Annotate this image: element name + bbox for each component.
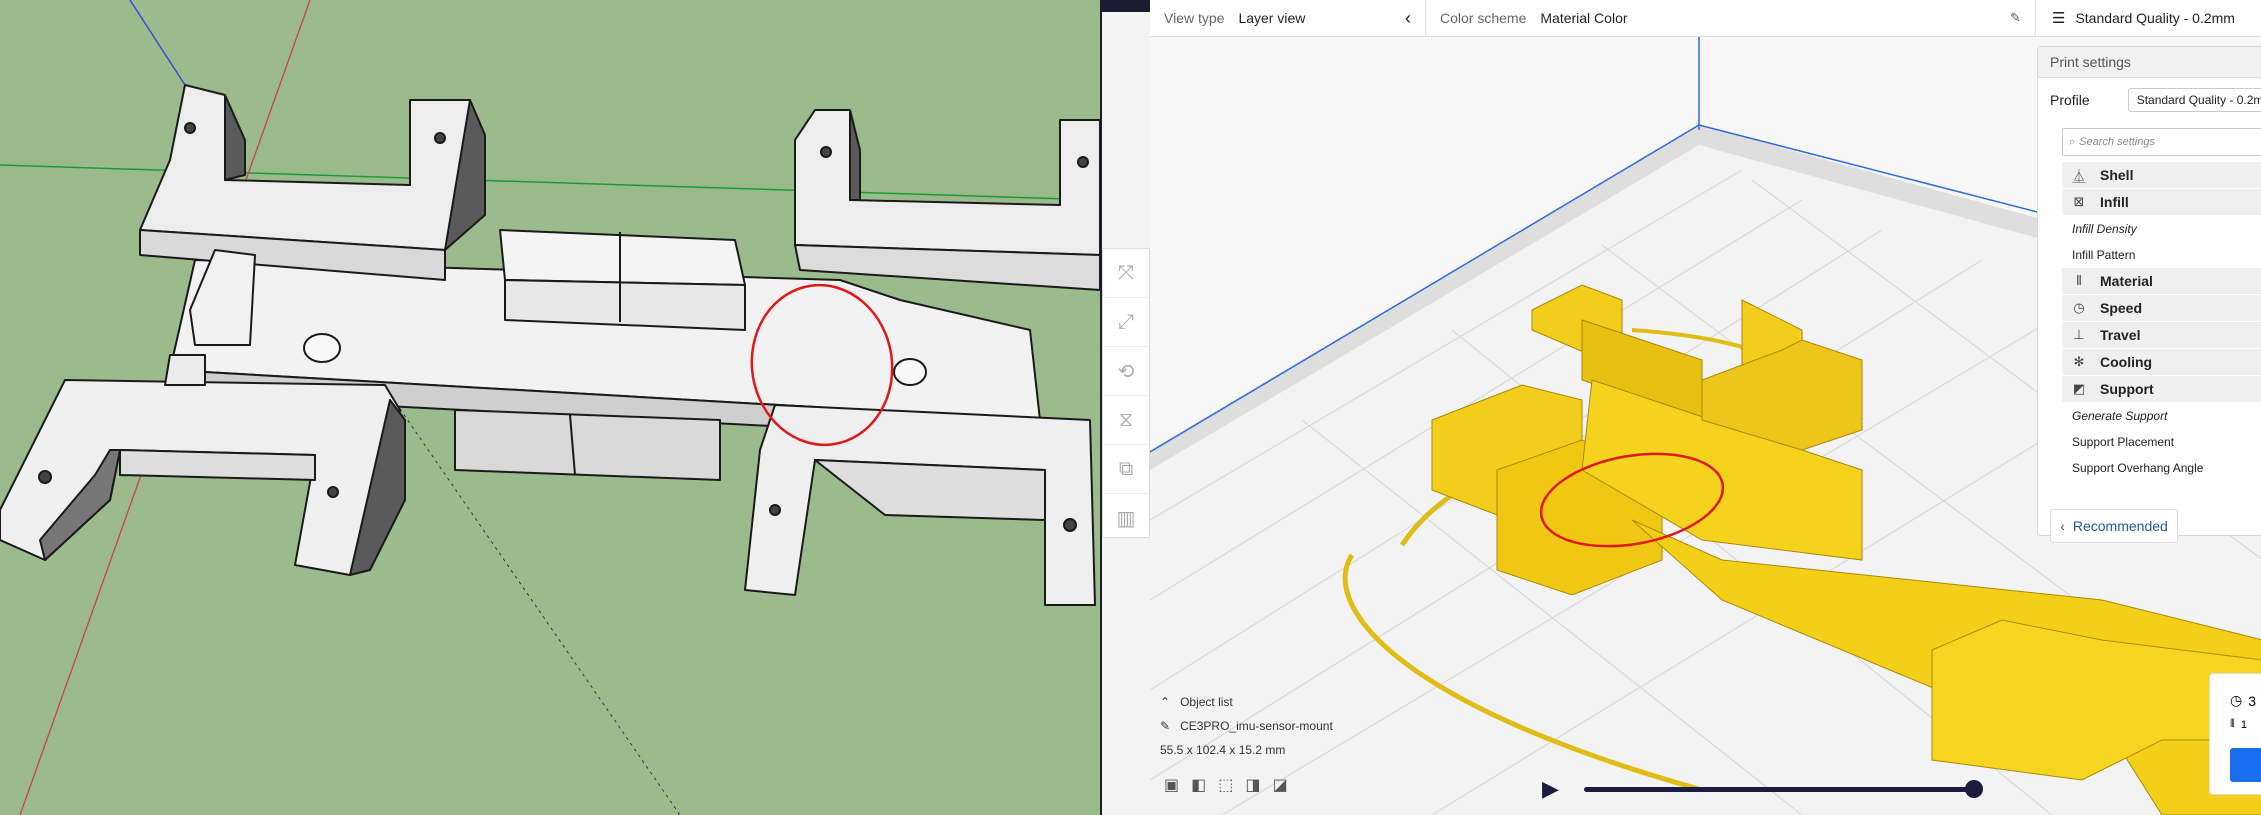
view-type-selector[interactable]: View type Layer view ‹ [1150, 0, 1426, 36]
search-placeholder: Search settings [2079, 136, 2155, 148]
view-type-value: Layer view [1238, 10, 1306, 26]
material-estimate: 1 [2240, 718, 2247, 731]
time-estimate: 3 [2248, 692, 2257, 709]
object-dimensions: 55.5 x 102.4 x 15.2 mm [1160, 743, 1286, 757]
cooling-icon: ✻ [2073, 354, 2085, 369]
infill-icon: ⊠ [2073, 194, 2085, 209]
print-settings-panel: Print settings Profile Standard Quality … [2037, 46, 2261, 543]
right-view-icon[interactable]: ◪ [1273, 775, 1288, 795]
setting-generate-support[interactable]: Generate Support [2038, 403, 2261, 429]
object-name-row[interactable]: ✎ CE3PRO_imu-sensor-mount [1160, 714, 1333, 738]
shell-icon: ⏅ [2072, 168, 2086, 184]
category-label: Travel [2100, 327, 2141, 343]
profile-label: Profile [2050, 92, 2090, 108]
settings-sliders-icon: ☰ [2052, 10, 2066, 27]
support-blocker-icon[interactable]: ▥ [1103, 494, 1149, 542]
object-list-label: Object list [1180, 695, 1233, 709]
profile-dropdown[interactable]: Standard Quality - 0.2mm [2127, 88, 2261, 112]
category-speed[interactable]: ◷ Speed [2062, 295, 2261, 322]
clock-icon: ◷ [2230, 692, 2243, 708]
category-label: Speed [2100, 300, 2143, 316]
category-cooling[interactable]: ✻ Cooling [2062, 349, 2261, 376]
recommended-label: Recommended [2072, 518, 2168, 534]
layer-slider-track[interactable] [1584, 787, 1974, 792]
3d-view-icon[interactable]: ▣ [1164, 775, 1179, 795]
profile-row: Profile Standard Quality - 0.2mm [2038, 78, 2261, 122]
layer-slider-handle[interactable] [1965, 780, 1983, 798]
view-type-label: View type [1164, 10, 1225, 26]
category-label: Support [2100, 381, 2154, 397]
pencil-icon: ✎ [1160, 719, 1171, 733]
object-name: CE3PRO_imu-sensor-mount [1180, 719, 1333, 733]
move-tool-icon[interactable]: ⤧ [1103, 249, 1149, 298]
color-scheme-label: Color scheme [1440, 10, 1527, 26]
category-shell[interactable]: ⏅ Shell [2062, 162, 2261, 189]
setting-infill-density[interactable]: Infill Density [2038, 216, 2261, 242]
bracket-model [0, 84, 1100, 606]
material-icon: ⦀ [2076, 273, 2082, 288]
blue-axis [129, 0, 186, 86]
color-scheme-value: Material Color [1540, 10, 1628, 26]
play-icon[interactable]: ▶ [1542, 776, 1559, 802]
category-infill[interactable]: ⊠ Infill [2062, 189, 2261, 216]
save-to-disk-button[interactable] [2230, 748, 2261, 782]
cura-tool-sidebar: ⤧ ⤢ ⟲ ⧖ ⧉ ▥ [1102, 248, 1150, 538]
front-view-icon[interactable]: ◧ [1191, 775, 1206, 795]
cura-header-strip [1102, 0, 1150, 12]
category-support[interactable]: ◩ Support [2062, 376, 2261, 403]
top-view-icon[interactable]: ⬚ [1218, 775, 1233, 795]
category-label: Cooling [2100, 354, 2153, 370]
print-setup-header[interactable]: ☰ Standard Quality - 0.2mm [2040, 0, 2261, 36]
scale-tool-icon[interactable]: ⤢ [1103, 298, 1149, 347]
support-icon: ◩ [2072, 381, 2086, 396]
category-material[interactable]: ⦀ Material [2062, 268, 2261, 295]
material-row: ⦀ 1 [2230, 718, 2247, 731]
speed-icon: ◷ [2073, 300, 2085, 315]
color-scheme-selector[interactable]: Color scheme Material Color ✎ [1426, 0, 2036, 36]
category-label: Infill [2100, 194, 2129, 210]
quality-label: Standard Quality - 0.2mm [2075, 10, 2235, 26]
setting-support-placement[interactable]: Support Placement [2038, 429, 2261, 455]
sketchup-model-canvas [0, 0, 1100, 815]
category-label: Material [2100, 273, 2153, 289]
left-view-icon[interactable]: ◨ [1245, 775, 1260, 795]
object-info: ⌃ Object list ✎ CE3PRO_imu-sensor-mount … [1160, 690, 1333, 762]
cura-window: View type Layer view ‹ Color scheme Mate… [1100, 0, 2261, 815]
layer-playback: ▶ [1542, 776, 1983, 802]
mirror-tool-icon[interactable]: ⧖ [1103, 396, 1149, 445]
print-estimate-card: ◷ 3 ⦀ 1 [2209, 673, 2261, 795]
pencil-icon[interactable]: ✎ [2010, 10, 2021, 26]
recommended-button[interactable]: ‹ Recommended [2050, 509, 2178, 543]
print-settings-title: Print settings [2038, 47, 2261, 78]
chevron-up-icon: ⌃ [1160, 695, 1171, 709]
setting-infill-pattern[interactable]: Infill Pattern [2038, 242, 2261, 268]
per-model-settings-icon[interactable]: ⧉ [1103, 445, 1149, 494]
camera-view-buttons: ▣ ◧ ⬚ ◨ ◪ [1164, 775, 1288, 795]
chevron-left-icon[interactable]: ‹ [1405, 8, 1411, 29]
search-settings-input[interactable]: ⌕ Search settings [2062, 128, 2261, 156]
time-row: ◷ 3 [2230, 692, 2256, 709]
setting-support-overhang-angle[interactable]: Support Overhang Angle [2038, 455, 2261, 481]
search-icon: ⌕ [2069, 135, 2076, 148]
category-travel[interactable]: ⊥ Travel [2062, 322, 2261, 349]
rotate-tool-icon[interactable]: ⟲ [1103, 347, 1149, 396]
object-list-toggle[interactable]: ⌃ Object list [1160, 690, 1333, 714]
travel-icon: ⊥ [2073, 327, 2085, 342]
sketchup-viewport[interactable] [0, 0, 1100, 815]
chevron-left-icon: ‹ [2060, 518, 2065, 534]
spool-icon: ⦀ [2230, 718, 2235, 730]
category-label: Shell [2100, 167, 2134, 183]
